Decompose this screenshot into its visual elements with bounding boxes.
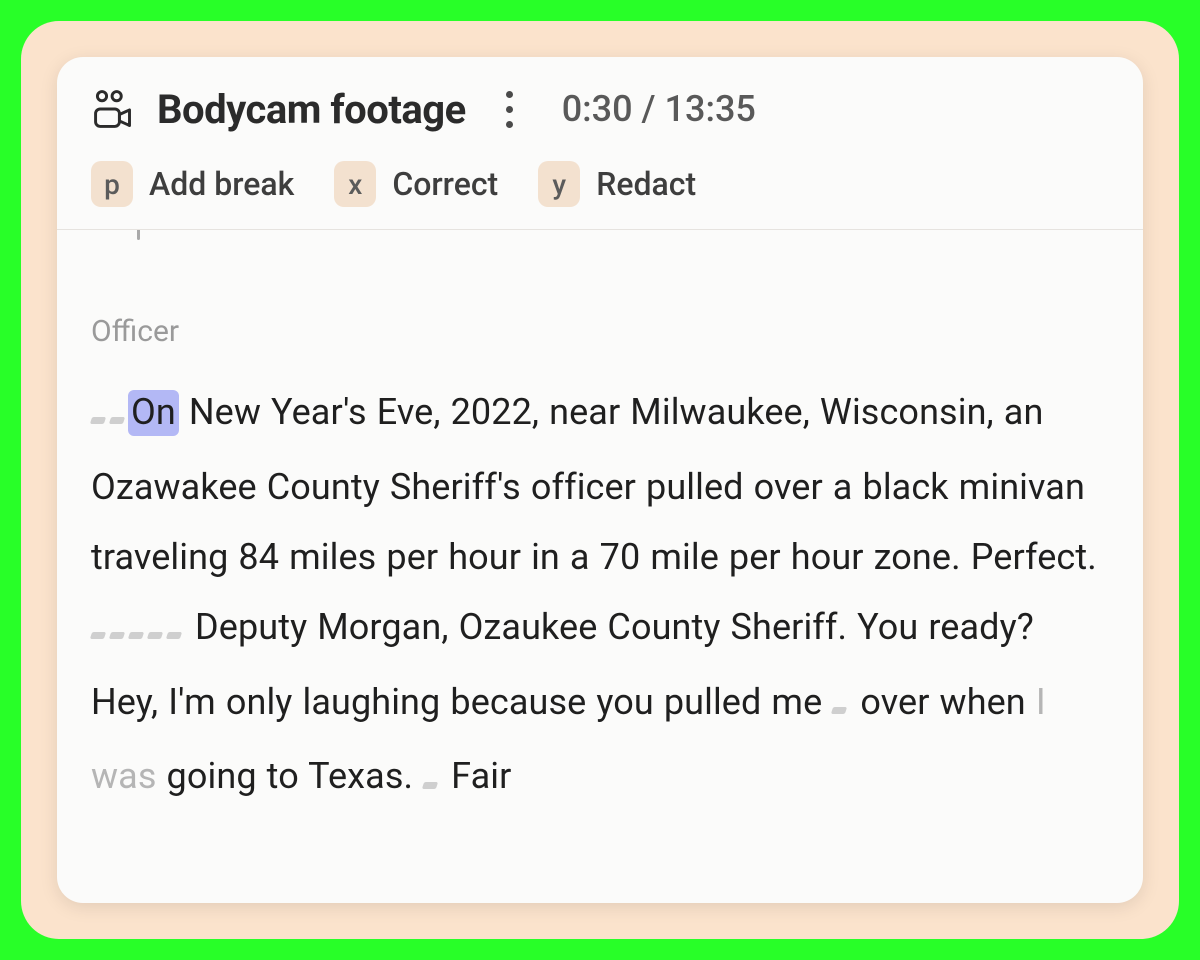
more-vertical-icon (506, 87, 513, 132)
correct-label: Correct (392, 165, 498, 203)
key-x: x (334, 161, 376, 207)
more-menu-button[interactable] (494, 85, 526, 133)
add-break-label: Add break (149, 165, 294, 203)
transcript-text: over when (850, 681, 1036, 723)
transcript-body[interactable]: On New Year's Eve, 2022, near Milwaukee,… (91, 377, 1109, 816)
transcript-text: going to Texas. (157, 755, 424, 797)
bodycam-icon (91, 87, 135, 131)
playback-time: 0:30 / 13:35 (562, 88, 756, 130)
pause-marker-icon (423, 742, 441, 812)
pause-marker-icon (91, 592, 185, 662)
card: Bodycam footage 0:30 / 13:35 p Add break… (57, 57, 1143, 903)
outer-frame: Bodycam footage 0:30 / 13:35 p Add break… (21, 21, 1179, 939)
pause-marker-icon (832, 667, 850, 737)
redact-button[interactable]: y Redact (538, 161, 696, 207)
key-p: p (91, 161, 133, 207)
redact-label: Redact (596, 165, 696, 203)
toolbar: p Add break x Correct y Redact (57, 157, 1143, 230)
transcript-content: Officer On New Year's Eve, 2022, near Mi… (57, 230, 1143, 903)
transcript-text: New Year's Eve, 2022, near Milwaukee, Wi… (91, 391, 1097, 578)
pause-marker-icon (91, 377, 128, 447)
transcript-text: Fair (441, 755, 511, 797)
correct-button[interactable]: x Correct (334, 161, 498, 207)
key-y: y (538, 161, 580, 207)
speaker-label: Officer (91, 314, 1109, 349)
add-break-button[interactable]: p Add break (91, 161, 294, 207)
cursor-tick-icon (137, 230, 140, 240)
highlighted-word: On (128, 390, 179, 436)
header: Bodycam footage 0:30 / 13:35 (57, 57, 1143, 157)
page-title: Bodycam footage (157, 86, 466, 133)
